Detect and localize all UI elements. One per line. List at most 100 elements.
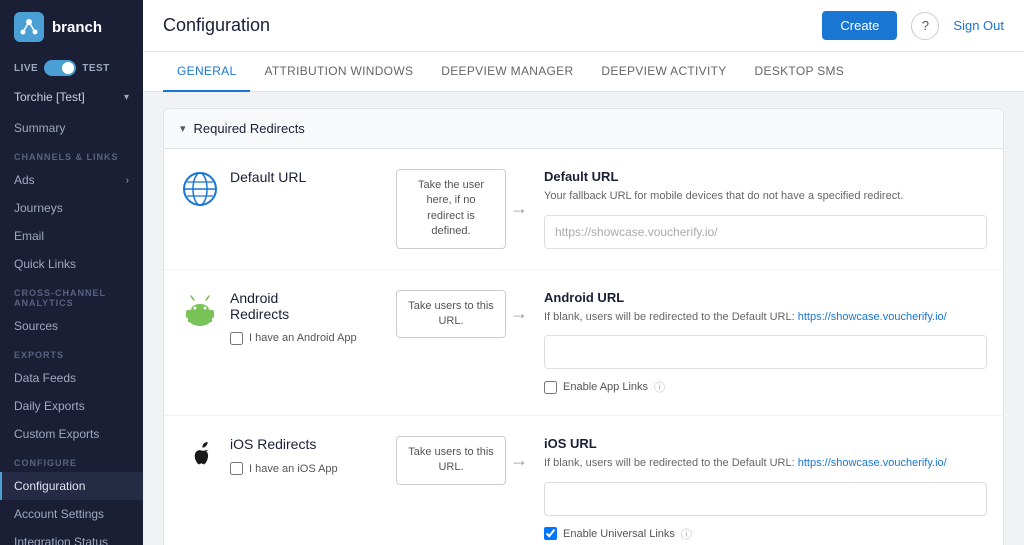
url-section-title: Default URL	[544, 169, 987, 184]
arrow-label-ios: Take users to this URL.	[396, 436, 506, 485]
sidebar-item-label: Sources	[14, 319, 58, 333]
has-ios-app-label[interactable]: I have an iOS App	[230, 462, 338, 475]
tab-desktop-sms[interactable]: DESKTOP SMS	[741, 52, 859, 92]
default-url-row: Default URL Take the user here, if no re…	[164, 149, 1003, 270]
sidebar-item-label: Daily Exports	[14, 399, 85, 413]
redirect-right-default: Default URL Your fallback URL for mobile…	[544, 169, 987, 249]
ios-default-url-link[interactable]: https://showcase.voucherify.io/	[798, 457, 947, 469]
help-button[interactable]: ?	[911, 12, 939, 40]
env-toggle-row: LIVE TEST	[0, 54, 143, 84]
android-url-input[interactable]	[544, 335, 987, 369]
redirect-left-default: Default URL	[180, 169, 380, 209]
sign-out-button[interactable]: Sign Out	[953, 18, 1004, 33]
top-header: Configuration Create ? Sign Out	[143, 0, 1024, 52]
globe-icon	[180, 169, 220, 209]
redirect-title-ios: iOS Redirects	[230, 436, 338, 452]
enable-universal-links-label[interactable]: Enable Universal Links ⓘ	[544, 526, 987, 542]
user-selector[interactable]: Torchie [Test] ▾	[0, 84, 143, 114]
enable-app-links-label[interactable]: Enable App Links ⓘ	[544, 379, 987, 395]
sidebar-item-label: Journeys	[14, 201, 63, 215]
tab-deepview-activity[interactable]: DEEPVIEW ACTIVITY	[587, 52, 740, 92]
has-android-app-label[interactable]: I have an Android App	[230, 332, 357, 345]
default-url-input[interactable]	[544, 215, 987, 249]
sidebar-item-label: Custom Exports	[14, 427, 99, 441]
sidebar-item-journeys[interactable]: Journeys	[0, 194, 143, 222]
sidebar-item-sources[interactable]: Sources	[0, 312, 143, 340]
enable-universal-links-checkbox[interactable]	[544, 527, 557, 540]
section-channels-label: CHANNELS & LINKS	[0, 142, 143, 166]
tab-general[interactable]: GENERAL	[163, 52, 250, 92]
redirect-left-ios: iOS Redirects I have an iOS App	[180, 436, 380, 476]
sidebar-item-configuration[interactable]: Configuration	[0, 472, 143, 500]
redirect-label-default: Default URL	[230, 169, 306, 185]
android-default-url-link[interactable]: https://showcase.voucherify.io/	[798, 311, 947, 323]
sidebar-item-account-settings[interactable]: Account Settings	[0, 500, 143, 528]
info-icon[interactable]: ⓘ	[654, 379, 665, 395]
redirect-right-android: Android URL If blank, users will be redi…	[544, 290, 987, 396]
ios-row: iOS Redirects I have an iOS App Take use…	[164, 416, 1003, 545]
section-configure-label: CONFIGURE	[0, 448, 143, 472]
enable-app-links-checkbox[interactable]	[544, 381, 557, 394]
collapse-icon: ▾	[180, 122, 186, 135]
logo-label: branch	[52, 19, 102, 36]
ios-url-title: iOS URL	[544, 436, 987, 451]
redirect-arrow-android: Take users to this URL.	[396, 290, 528, 339]
sidebar-item-summary[interactable]: Summary	[0, 114, 143, 142]
sidebar-item-ads[interactable]: Ads ›	[0, 166, 143, 194]
create-button[interactable]: Create	[822, 11, 897, 40]
panel-header[interactable]: ▾ Required Redirects	[164, 109, 1003, 149]
redirect-title: Default URL	[230, 169, 306, 185]
sidebar-item-label: Configuration	[14, 479, 85, 493]
main-content: Configuration Create ? Sign Out GENERAL …	[143, 0, 1024, 545]
has-android-app-checkbox[interactable]	[230, 332, 243, 345]
sidebar-item-label: Quick Links	[14, 257, 76, 271]
info-icon-universal[interactable]: ⓘ	[681, 526, 692, 542]
sidebar-item-quick-links[interactable]: Quick Links	[0, 250, 143, 278]
redirect-right-ios: iOS URL If blank, users will be redirect…	[544, 436, 987, 545]
sidebar-item-custom-exports[interactable]: Custom Exports	[0, 420, 143, 448]
user-name: Torchie [Test]	[14, 90, 85, 104]
panel-title: Required Redirects	[194, 121, 305, 136]
redirect-title-android: AndroidRedirects	[230, 290, 357, 322]
ios-url-input[interactable]	[544, 482, 987, 516]
sidebar-item-label: Integration Status	[14, 535, 108, 545]
android-url-title: Android URL	[544, 290, 987, 305]
sidebar-item-label: Ads	[14, 173, 35, 187]
redirect-arrow-ios: Take users to this URL.	[396, 436, 528, 485]
sidebar-item-label: Summary	[14, 121, 65, 135]
section-analytics-label: CROSS-CHANNEL ANALYTICS	[0, 278, 143, 312]
tab-attribution-windows[interactable]: ATTRIBUTION WINDOWS	[250, 52, 427, 92]
sidebar-item-data-feeds[interactable]: Data Feeds	[0, 364, 143, 392]
arrow-label-android: Take users to this URL.	[396, 290, 506, 339]
android-url-desc: If blank, users will be redirected to th…	[544, 309, 987, 326]
logo: branch	[0, 0, 143, 54]
sidebar: branch LIVE TEST Torchie [Test] ▾ Summar…	[0, 0, 143, 545]
sidebar-item-label: Account Settings	[14, 507, 104, 521]
chevron-right-icon: ›	[126, 175, 129, 186]
ios-url-desc: If blank, users will be redirected to th…	[544, 455, 987, 472]
sidebar-item-integration-status[interactable]: Integration Status	[0, 528, 143, 545]
logo-icon	[14, 12, 44, 42]
live-label: LIVE	[14, 63, 38, 74]
android-row: AndroidRedirects I have an Android App T…	[164, 270, 1003, 417]
header-actions: Create ? Sign Out	[822, 11, 1004, 40]
sidebar-item-email[interactable]: Email	[0, 222, 143, 250]
tab-deepview-manager[interactable]: DEEPVIEW MANAGER	[427, 52, 587, 92]
arrow-line-icon-ios	[506, 450, 528, 471]
sidebar-item-label: Email	[14, 229, 44, 243]
arrow-line-icon	[506, 198, 528, 219]
redirect-arrow-default: Take the user here, if no redirect is de…	[396, 169, 528, 249]
redirect-label-android: AndroidRedirects I have an Android App	[230, 290, 357, 345]
has-ios-app-checkbox[interactable]	[230, 462, 243, 475]
sidebar-item-label: Data Feeds	[14, 371, 76, 385]
env-toggle[interactable]	[44, 60, 76, 76]
redirect-left-android: AndroidRedirects I have an Android App	[180, 290, 380, 345]
android-icon	[180, 290, 220, 330]
test-label: TEST	[82, 63, 110, 74]
content-area: ▾ Required Redirects	[143, 92, 1024, 545]
page-title: Configuration	[163, 15, 270, 36]
sidebar-item-daily-exports[interactable]: Daily Exports	[0, 392, 143, 420]
tab-bar: GENERAL ATTRIBUTION WINDOWS DEEPVIEW MAN…	[143, 52, 1024, 92]
section-exports-label: EXPORTS	[0, 340, 143, 364]
arrow-line-icon-android	[506, 303, 528, 324]
